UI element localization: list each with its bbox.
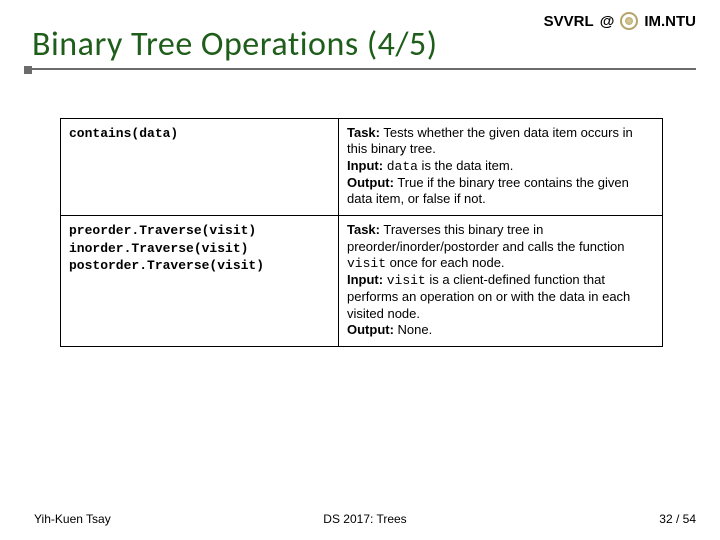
slide: SVVRL @ IM.NTU Binary Tree Operations (4… — [0, 0, 720, 540]
operation-signature: preorder.Traverse(visit) inorder.Travers… — [69, 223, 264, 273]
operation-description-cell: Task: Traverses this binary tree in preo… — [339, 216, 663, 347]
label-task: Task: — [347, 125, 380, 140]
header-org-left: SVVRL — [544, 13, 594, 30]
operation-signature-cell: contains(data) — [61, 119, 339, 216]
operation-signature-cell: preorder.Traverse(visit) inorder.Travers… — [61, 216, 339, 347]
footer-author: Yih-Kuen Tsay — [34, 512, 111, 526]
input-text: is the data item. — [418, 158, 513, 173]
operations-table: contains(data) Task: Tests whether the g… — [60, 118, 663, 347]
operation-signature: contains(data) — [69, 126, 178, 141]
page-sep: / — [673, 512, 683, 526]
footer-page: 32 / 54 — [659, 512, 696, 526]
label-input: Input: — [347, 158, 383, 173]
task-text: Tests whether the given data item occurs… — [347, 125, 633, 156]
footer: Yih-Kuen Tsay DS 2017: Trees 32 / 54 — [34, 512, 696, 526]
page-current: 32 — [659, 512, 672, 526]
task-text-pre: Traverses this binary tree in preorder/i… — [347, 222, 625, 253]
table-row: contains(data) Task: Tests whether the g… — [61, 119, 663, 216]
header-affiliation: SVVRL @ IM.NTU — [544, 12, 696, 30]
operation-description-cell: Task: Tests whether the given data item … — [339, 119, 663, 216]
header-org-right: IM.NTU — [644, 13, 696, 30]
task-code: visit — [347, 256, 386, 271]
header-at: @ — [600, 13, 615, 30]
ntu-logo-icon — [620, 12, 638, 30]
page-total: 54 — [683, 512, 696, 526]
input-code: data — [387, 159, 418, 174]
table-row: preorder.Traverse(visit) inorder.Travers… — [61, 216, 663, 347]
label-output: Output: — [347, 175, 394, 190]
footer-course: DS 2017: Trees — [323, 512, 406, 526]
output-text: None. — [398, 322, 433, 337]
task-text-post: once for each node. — [386, 255, 505, 270]
title-underline — [24, 68, 696, 70]
input-code: visit — [387, 273, 426, 288]
label-output: Output: — [347, 322, 394, 337]
label-input: Input: — [347, 272, 383, 287]
page-title: Binary Tree Operations (4/5) — [32, 24, 438, 65]
label-task: Task: — [347, 222, 380, 237]
